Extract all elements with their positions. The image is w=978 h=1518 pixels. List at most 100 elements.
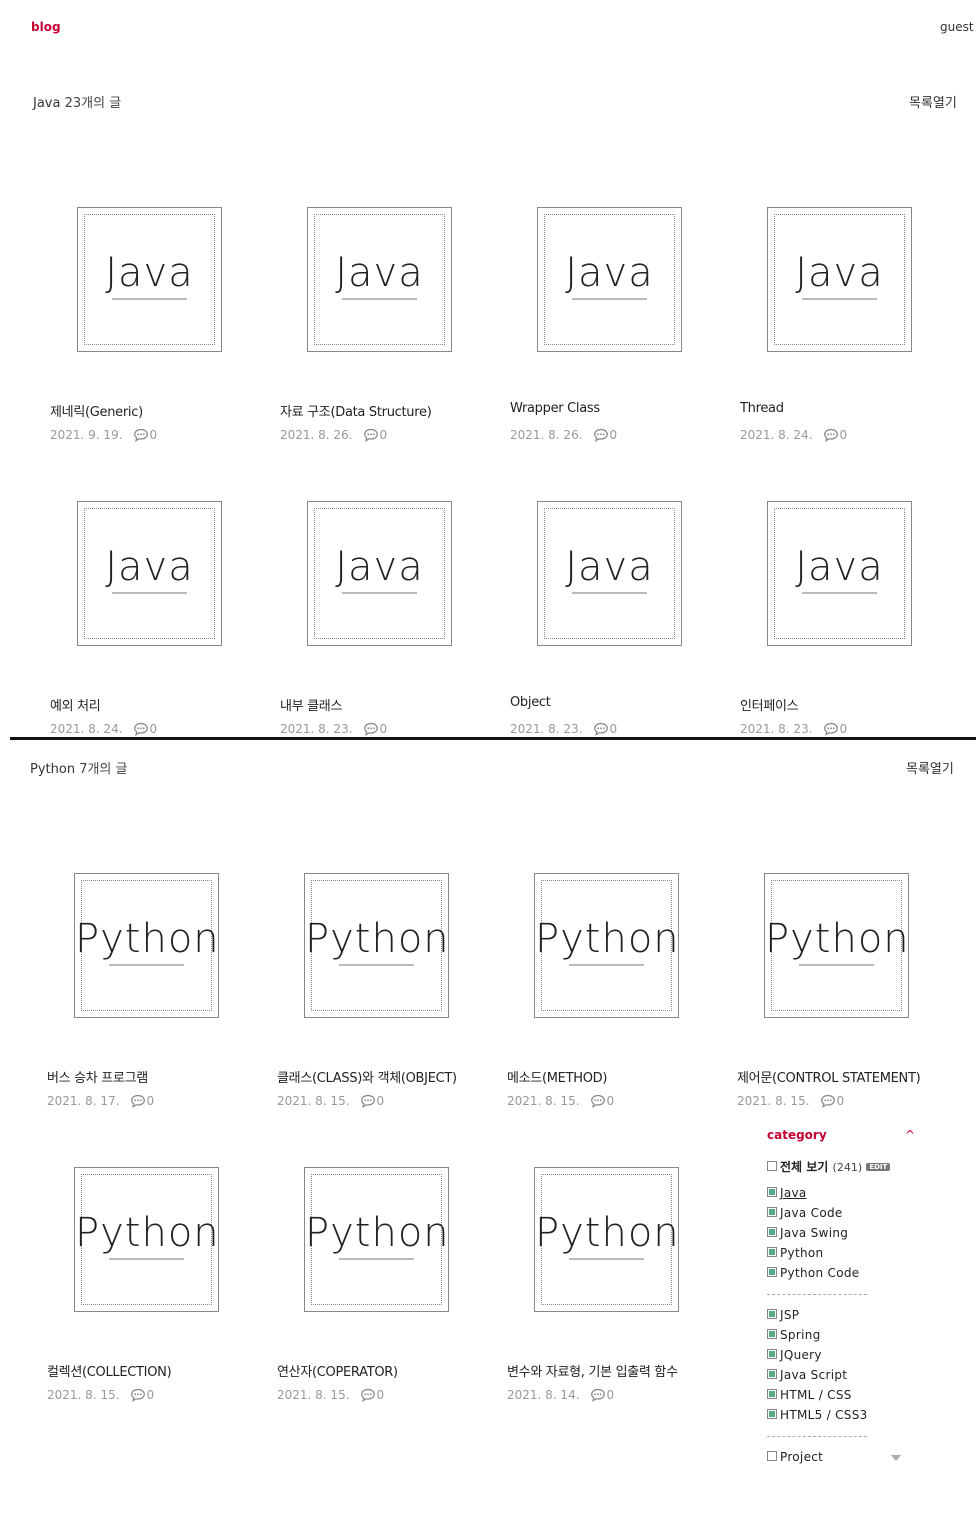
post-title[interactable]: 제네릭(Generic) bbox=[50, 401, 270, 420]
category-item-project[interactable]: Project bbox=[767, 1450, 823, 1464]
comment-icon bbox=[820, 1094, 835, 1108]
comment-count: 0 bbox=[146, 1094, 155, 1108]
category-item-java-script[interactable]: Java Script bbox=[767, 1368, 847, 1382]
post-title[interactable]: 연산자(COPERATOR) bbox=[277, 1361, 497, 1380]
category-item-jquery[interactable]: JQuery bbox=[767, 1348, 822, 1362]
post-title[interactable]: 변수와 자료형, 기본 입출력 함수 bbox=[507, 1361, 727, 1380]
comment-count: 0 bbox=[379, 722, 388, 736]
thumbnail-text: Python bbox=[305, 1210, 450, 1256]
thumbnail-text: Java bbox=[795, 544, 884, 590]
collapse-caret-icon[interactable]: ^ bbox=[905, 1128, 915, 1142]
category-leaf-icon bbox=[767, 1247, 777, 1257]
category-leaf-icon bbox=[767, 1389, 777, 1399]
comment-icon bbox=[363, 428, 378, 442]
category-item-python-code[interactable]: Python Code bbox=[767, 1266, 859, 1280]
post-thumbnail[interactable]: Java bbox=[767, 207, 912, 352]
post-thumbnail[interactable]: Java bbox=[307, 501, 452, 646]
python-list-toggle[interactable]: 목록열기 bbox=[906, 758, 954, 777]
comment-count: 0 bbox=[609, 722, 618, 736]
post-date: 2021. 8. 23. bbox=[510, 722, 583, 736]
comment-icon bbox=[360, 1094, 375, 1108]
category-item-java-code[interactable]: Java Code bbox=[767, 1206, 843, 1220]
post-meta: 2021. 8. 26. 0 bbox=[510, 428, 617, 442]
post-meta: 2021. 8. 15. 0 bbox=[47, 1388, 154, 1402]
thumbnail-underline bbox=[569, 964, 644, 966]
post-meta: 2021. 8. 15. 0 bbox=[737, 1094, 844, 1108]
post-thumbnail[interactable]: Java bbox=[537, 501, 682, 646]
category-leaf-icon bbox=[767, 1409, 777, 1419]
post-meta: 2021. 9. 19. 0 bbox=[50, 428, 157, 442]
category-leaf-icon bbox=[767, 1309, 777, 1319]
thumbnail-text: Java bbox=[335, 544, 424, 590]
post-title[interactable]: 내부 클래스 bbox=[280, 695, 500, 714]
category-leaf-icon bbox=[767, 1267, 777, 1277]
post-thumbnail[interactable]: Java bbox=[307, 207, 452, 352]
thumbnail-text: Python bbox=[765, 916, 910, 962]
post-thumbnail[interactable]: Java bbox=[537, 207, 682, 352]
post-thumbnail[interactable]: Java bbox=[77, 207, 222, 352]
post-meta: 2021. 8. 26. 0 bbox=[280, 428, 387, 442]
post-title[interactable]: 제어문(CONTROL STATEMENT) bbox=[737, 1067, 957, 1086]
post-thumbnail[interactable]: Python bbox=[74, 1167, 219, 1312]
post-title[interactable]: Wrapper Class bbox=[510, 401, 730, 416]
comment-count: 0 bbox=[379, 428, 388, 442]
post-date: 2021. 8. 26. bbox=[280, 428, 353, 442]
post-date: 2021. 8. 15. bbox=[277, 1388, 350, 1402]
post-title[interactable]: 버스 승차 프로그램 bbox=[47, 1067, 267, 1086]
post-thumbnail[interactable]: Python bbox=[534, 873, 679, 1018]
post-title[interactable]: 클래스(CLASS)와 객체(OBJECT) bbox=[277, 1067, 497, 1086]
post-date: 2021. 8. 17. bbox=[47, 1094, 120, 1108]
guest-login-link[interactable]: guest bbox=[940, 20, 974, 34]
edit-button[interactable]: EDIT bbox=[866, 1163, 891, 1171]
post-date: 2021. 8. 15. bbox=[737, 1094, 810, 1108]
post-date: 2021. 8. 14. bbox=[507, 1388, 580, 1402]
thumbnail-text: Python bbox=[535, 1210, 680, 1256]
thumbnail-underline bbox=[339, 964, 414, 966]
post-thumbnail[interactable]: Python bbox=[304, 873, 449, 1018]
category-item-html-css[interactable]: HTML / CSS bbox=[767, 1388, 852, 1402]
category-item-python[interactable]: Python bbox=[767, 1246, 823, 1260]
post-thumbnail[interactable]: Python bbox=[74, 873, 219, 1018]
comment-icon bbox=[133, 428, 148, 442]
section-divider bbox=[10, 737, 976, 740]
post-title[interactable]: 컬렉션(COLLECTION) bbox=[47, 1361, 267, 1380]
category-item-jsp[interactable]: JSP bbox=[767, 1308, 799, 1322]
post-title[interactable]: 예외 처리 bbox=[50, 695, 270, 714]
post-date: 2021. 8. 24. bbox=[740, 428, 813, 442]
category-leaf-icon bbox=[767, 1207, 777, 1217]
expand-arrow-icon[interactable] bbox=[891, 1455, 901, 1461]
category-item-label: HTML5 / CSS3 bbox=[780, 1408, 868, 1422]
thumbnail-underline bbox=[802, 592, 877, 594]
comment-count: 0 bbox=[146, 1388, 155, 1402]
post-thumbnail[interactable]: Python bbox=[534, 1167, 679, 1312]
comment-icon bbox=[130, 1388, 145, 1402]
thumbnail-text: Python bbox=[535, 916, 680, 962]
post-title[interactable]: Thread bbox=[740, 401, 960, 416]
comment-icon bbox=[363, 722, 378, 736]
blog-logo-link[interactable]: blog bbox=[31, 20, 61, 34]
post-date: 2021. 8. 15. bbox=[47, 1388, 120, 1402]
post-title[interactable]: 인터페이스 bbox=[740, 695, 960, 714]
category-item-html5-css3[interactable]: HTML5 / CSS3 bbox=[767, 1408, 868, 1422]
post-title[interactable]: Object bbox=[510, 695, 730, 710]
post-title[interactable]: 메소드(METHOD) bbox=[507, 1067, 727, 1086]
category-all[interactable]: 전체 보기 (241) EDIT bbox=[767, 1158, 891, 1175]
thumbnail-text: Python bbox=[305, 916, 450, 962]
post-meta: 2021. 8. 17. 0 bbox=[47, 1094, 154, 1108]
post-thumbnail[interactable]: Java bbox=[767, 501, 912, 646]
java-list-toggle[interactable]: 목록열기 bbox=[909, 92, 957, 111]
category-item-java-swing[interactable]: Java Swing bbox=[767, 1226, 848, 1240]
category-item-label: Java Script bbox=[780, 1368, 848, 1382]
post-thumbnail[interactable]: Python bbox=[304, 1167, 449, 1312]
comment-count: 0 bbox=[149, 722, 158, 736]
category-item-label: Spring bbox=[780, 1328, 821, 1342]
thumbnail-underline bbox=[109, 964, 184, 966]
category-item-label: HTML / CSS bbox=[780, 1388, 852, 1402]
post-thumbnail[interactable]: Python bbox=[764, 873, 909, 1018]
post-thumbnail[interactable]: Java bbox=[77, 501, 222, 646]
category-item-spring[interactable]: Spring bbox=[767, 1328, 821, 1342]
thumbnail-underline bbox=[342, 298, 417, 300]
thumbnail-underline bbox=[569, 1258, 644, 1260]
post-title[interactable]: 자료 구조(Data Structure) bbox=[280, 401, 500, 420]
category-item-java[interactable]: Java bbox=[767, 1186, 807, 1200]
